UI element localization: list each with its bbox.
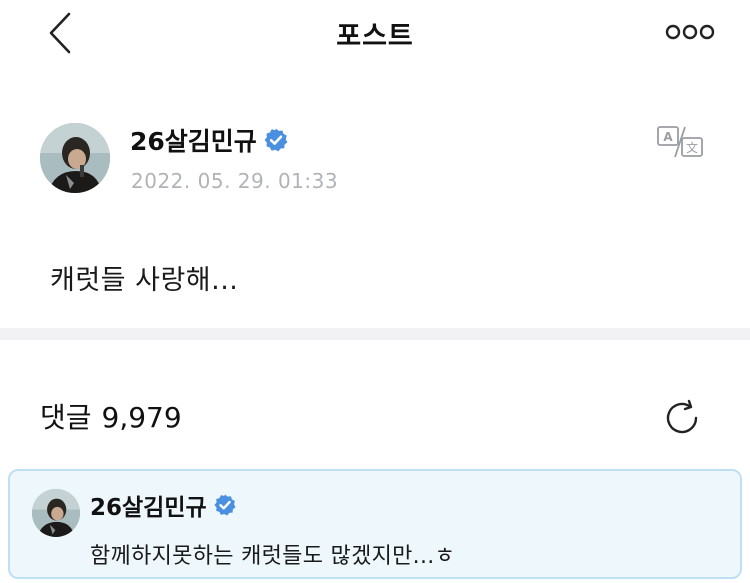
author-name[interactable]: 26살김민규 <box>130 122 257 158</box>
translate-button[interactable]: A 文 <box>656 124 706 160</box>
avatar[interactable] <box>40 123 110 193</box>
post-body-text: 캐럿들 사랑해... <box>50 265 239 296</box>
avatar[interactable] <box>32 489 80 537</box>
section-divider <box>0 328 750 340</box>
svg-text:文: 文 <box>686 140 698 155</box>
comments-count: 9,979 <box>101 401 182 434</box>
refresh-icon <box>666 399 698 434</box>
refresh-button[interactable] <box>660 396 704 440</box>
comment-author-name[interactable]: 26살김민규 <box>90 488 207 522</box>
avatar-photo <box>40 123 110 193</box>
comments-header: 댓글 9,979 <box>40 396 182 436</box>
verified-badge-icon <box>263 127 289 153</box>
verified-badge-icon <box>213 493 237 517</box>
top-bar: 포스트 <box>0 0 750 70</box>
post-author: 26살김민규 2022. 05. 29. 01:33 A 文 <box>40 123 703 198</box>
comment-author-row: 26살김민규 <box>90 489 237 521</box>
translate-icon: A 文 <box>657 126 703 158</box>
avatar-photo <box>32 489 80 537</box>
post-timestamp: 2022. 05. 29. 01:33 <box>131 169 339 193</box>
more-horizontal-icon <box>665 24 715 40</box>
author-name-row: 26살김민규 <box>130 123 289 157</box>
page-title: 포스트 <box>336 21 414 52</box>
more-options-button[interactable] <box>662 18 718 46</box>
svg-text:A: A <box>663 130 673 144</box>
comment-text: 함께하지못하는 캐럿들도 많겠지만...ㅎ <box>90 544 456 569</box>
comments-label: 댓글 <box>40 401 92 434</box>
highlighted-comment[interactable]: 26살김민규 함께하지못하는 캐럿들도 많겠지만...ㅎ <box>8 469 742 579</box>
